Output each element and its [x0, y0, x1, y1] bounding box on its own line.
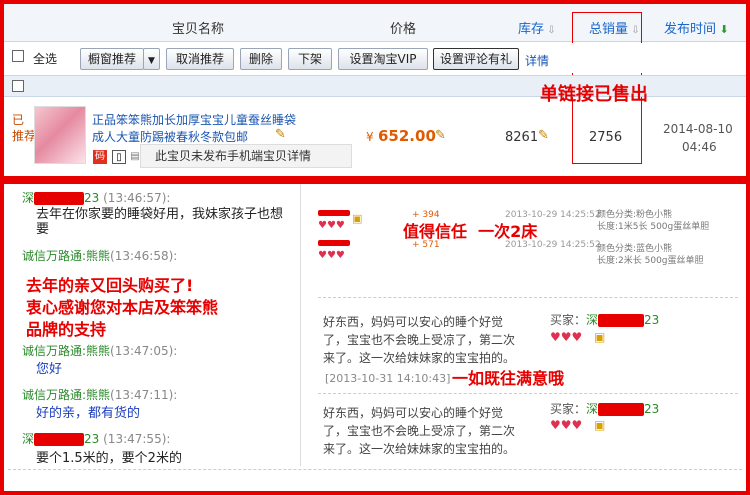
product-title-line2[interactable]: 成人大童防踢被春秋冬款包邮 [92, 128, 248, 145]
column-divider [300, 184, 301, 466]
col-stock-header[interactable]: 库存 ⇩ [518, 18, 556, 37]
review-text: 了，宝宝也不会晚上受凉了，第二次 [323, 424, 516, 438]
chat-message: 好的亲，都有货的 [36, 406, 141, 421]
col-name-header: 宝贝名称 [172, 22, 225, 37]
product-title-line1[interactable]: 正品笨笨熊加长加厚宝宝儿童蚕丝睡袋 [92, 111, 296, 128]
redacted-user [318, 210, 350, 216]
product-thumbnail[interactable] [34, 106, 86, 164]
select-all-checkbox[interactable] [12, 50, 24, 62]
chat-nick: 深 23 (13:46:57): [22, 191, 171, 205]
chat-nick: 诚信万路通:熊熊(13:46:58): [22, 249, 178, 263]
redacted-user [318, 240, 350, 246]
review-text: 好东西，妈妈可以安心的睡个好觉 [323, 315, 504, 329]
hearts-icon: ♥♥♥ [318, 250, 345, 261]
select-all-label: 全选 [33, 52, 58, 66]
offline-button[interactable]: 下架 [288, 48, 332, 70]
buyer-label: 买家：深 23 [550, 402, 660, 416]
window-recommend-button[interactable]: 橱窗推荐 [80, 48, 144, 70]
col-publish-header[interactable]: 发布时间 ⬇ [664, 18, 729, 37]
chat-nick: 诚信万路通:熊熊(13:47:11): [22, 388, 178, 402]
badge-icon: ▣ [594, 418, 606, 432]
delete-button[interactable]: 删除 [240, 48, 282, 70]
price-symbol: ¥ [366, 130, 374, 144]
chat-nick: 诚信万路通:熊熊(13:47:05): [22, 344, 178, 358]
recommend-tag: 已推荐 [12, 113, 37, 143]
hearts-icon: ♥♥♥ [550, 418, 583, 432]
sold-out-annotation: 单链接已售出 [540, 84, 648, 105]
publish-date: 2014-08-10 [663, 122, 733, 136]
dropdown-arrow-icon: ▼ [148, 56, 155, 66]
mobile-notice-tooltip: 此宝贝未发布手机端宝贝详情 [140, 144, 352, 168]
badge-icon: ▣ [352, 212, 363, 225]
review-text: 来了。这一次给妹妹家的宝宝拍的。 [323, 351, 516, 365]
price-value: 652.00 [378, 127, 436, 145]
review-divider [318, 393, 738, 394]
cancel-recommend-button[interactable]: 取消推荐 [166, 48, 234, 70]
spec-line: 长度:2米长 500g蛋丝单胆 [597, 256, 704, 266]
edit-title-pencil-icon[interactable]: ✎ [275, 127, 286, 142]
set-comment-gift-button[interactable]: 设置评论有礼 [433, 48, 519, 70]
review-text: 来了。这一次给妹妹家的宝宝拍的。 [323, 442, 516, 456]
stock-value: 8261 [505, 130, 539, 145]
hearts-icon: ♥♥♥ [550, 330, 583, 344]
sort-down-arrow-icon: ⬇ [716, 23, 729, 36]
buyer-label: 买家：深 23 [550, 313, 660, 327]
overlay-line1: 去年的亲又回头购买了! [26, 276, 194, 295]
edit-stock-pencil-icon[interactable]: ✎ [538, 128, 549, 143]
set-vip-button[interactable]: 设置淘宝VIP [338, 48, 428, 70]
trust-annotation: 值得信任 一次2床 [403, 222, 538, 241]
review-text: 好东西，妈妈可以安心的睡个好觉 [323, 406, 504, 420]
sort-arrow-icon: ⇩ [544, 25, 556, 36]
col-price-header: 价格 [390, 22, 417, 37]
review-divider [318, 297, 738, 298]
details-link[interactable]: 详情 [525, 52, 549, 69]
chat-message: 您好 [36, 362, 63, 377]
chat-message: 要个1.5米的，要个2米的 [36, 451, 182, 466]
chat-message: 去年在你家要的睡袋好用，我妹家孩子也想要 [36, 207, 284, 237]
window-recommend-dropdown[interactable]: ▼ [143, 48, 160, 70]
publish-time: 04:46 [682, 140, 717, 154]
badge-icon: ▣ [594, 330, 606, 344]
overlay-line3: 品牌的支持 [26, 320, 107, 339]
group-checkbox[interactable] [12, 80, 24, 92]
edit-price-pencil-icon[interactable]: ✎ [435, 128, 446, 143]
review-text: 了，宝宝也不会晚上受凉了，第二次 [323, 333, 516, 347]
chat-nick: 深 23 (13:47:55): [22, 432, 171, 446]
consistent-annotation: 一如既往满意哦 [452, 369, 565, 388]
footer-divider [8, 469, 742, 470]
spec-line: 长度:1米5长 500g蛋丝单胆 [597, 222, 710, 232]
mobile-phone-icon: ▯ [112, 150, 126, 164]
review-time: [2013-10-31 14:10:43] [325, 372, 451, 385]
sales-value: 2756 [589, 130, 623, 145]
hearts-icon: ♥♥♥ [318, 220, 345, 231]
overlay-line2: 衷心感谢您对本店及笨笨熊 [26, 298, 219, 317]
tag-icon: 码 [93, 150, 107, 164]
